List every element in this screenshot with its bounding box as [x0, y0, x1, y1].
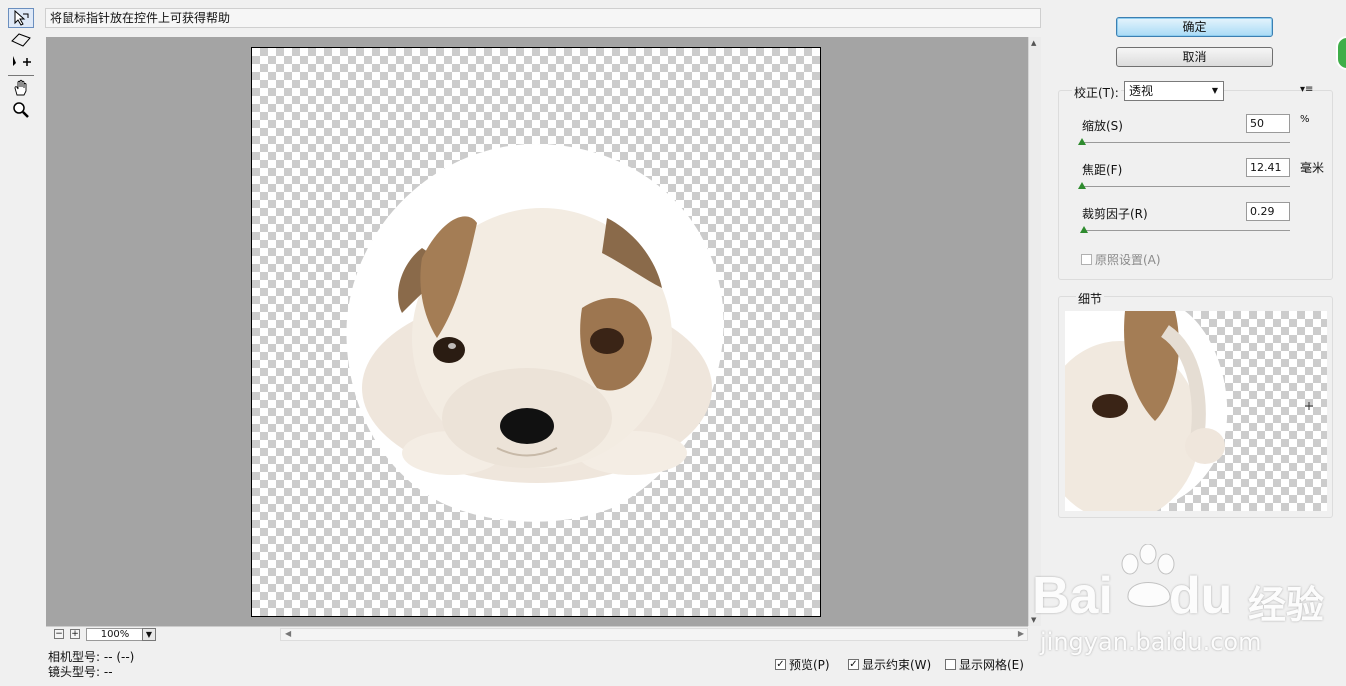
vertical-scrollbar[interactable]: ▲ ▼	[1028, 37, 1041, 626]
watermark-brand: Bai	[1032, 567, 1113, 625]
crop-factor-label: 裁剪因子(R)	[1082, 207, 1148, 221]
show-constraints-label: 显示约束(W)	[862, 658, 932, 672]
detail-dog-photo	[1065, 311, 1313, 511]
correction-select[interactable]: 透视 ▼	[1124, 81, 1224, 101]
scroll-left-icon[interactable]: ◀	[285, 629, 291, 638]
focal-length-input[interactable]: 12.41	[1246, 158, 1290, 177]
side-badge-icon[interactable]	[1336, 36, 1346, 70]
zoom-tool-icon[interactable]	[8, 100, 34, 120]
zoom-level-field[interactable]: 100%	[86, 628, 144, 641]
move-tool-icon[interactable]	[8, 52, 34, 72]
zoom-in-button[interactable]: +	[70, 629, 80, 639]
camera-model: 相机型号: -- (--)	[48, 650, 135, 664]
show-constraints-checkbox[interactable]: ✓ 显示约束(W)	[848, 656, 931, 673]
focal-length-label: 焦距(F)	[1082, 163, 1123, 177]
correction-label: 校正(T):	[1072, 84, 1121, 101]
crop-factor-slider-track[interactable]	[1082, 230, 1290, 231]
baidu-watermark: Bai du 经验 jingyan.baidu.com	[1030, 538, 1340, 658]
focal-length-slider-track[interactable]	[1082, 186, 1290, 187]
scale-slider-thumb[interactable]	[1078, 138, 1086, 145]
crosshair-icon	[1305, 402, 1313, 410]
hint-text: 将鼠标指针放在控件上可获得帮助	[50, 11, 231, 25]
show-grid-checkbox[interactable]: 显示网格(E)	[945, 656, 1024, 673]
scale-slider-track[interactable]	[1082, 142, 1290, 143]
as-shot-label: 原照设置(A)	[1095, 253, 1161, 267]
show-grid-label: 显示网格(E)	[959, 658, 1024, 672]
chevron-down-icon: ▼	[1211, 86, 1218, 95]
hint-bar: 将鼠标指针放在控件上可获得帮助	[45, 8, 1041, 28]
scroll-down-icon[interactable]: ▼	[1031, 616, 1036, 624]
constraints-check-icon[interactable]: ✓	[848, 659, 859, 670]
crop-factor-slider-thumb[interactable]	[1080, 226, 1089, 233]
focal-length-unit: 毫米	[1300, 161, 1325, 175]
scale-label: 缩放(S)	[1082, 119, 1123, 133]
image-preview[interactable]	[251, 47, 821, 617]
dog-photo	[346, 144, 724, 522]
as-shot-checkbox[interactable]: 原照设置(A)	[1081, 251, 1161, 268]
grid-check-icon[interactable]	[945, 659, 956, 670]
ok-button[interactable]: 确定	[1116, 17, 1273, 37]
detail-label: 细节	[1076, 290, 1105, 307]
horizontal-scrollbar[interactable]: ◀ ▶	[280, 628, 1028, 641]
preview-check-icon[interactable]: ✓	[775, 659, 786, 670]
watermark-cn: 经验	[1248, 583, 1325, 627]
scroll-right-icon[interactable]: ▶	[1018, 629, 1024, 638]
cancel-button[interactable]: 取消	[1116, 47, 1273, 67]
preview-checkbox[interactable]: ✓ 预览(P)	[775, 656, 830, 673]
scale-unit: %	[1300, 114, 1310, 125]
pointer-tool-icon[interactable]	[8, 8, 34, 28]
crop-factor-input[interactable]: 0.29	[1246, 202, 1290, 221]
scale-input[interactable]: 50	[1246, 114, 1290, 133]
hand-tool-icon[interactable]	[8, 78, 34, 98]
focal-length-slider-thumb[interactable]	[1078, 182, 1086, 189]
watermark-url: jingyan.baidu.com	[1040, 628, 1262, 656]
polygon-tool-icon[interactable]	[8, 30, 34, 50]
panel-menu-icon[interactable]: ▾≡	[1300, 84, 1313, 95]
as-shot-check-icon[interactable]	[1081, 254, 1092, 265]
zoom-dropdown-icon[interactable]: ▼	[142, 628, 156, 641]
tool-strip	[0, 0, 44, 686]
preview-label: 预览(P)	[789, 658, 830, 672]
watermark-brand2: du	[1168, 567, 1233, 625]
detail-preview[interactable]	[1065, 311, 1327, 511]
status-bar: − + 100% ▼ ◀ ▶	[46, 626, 1028, 642]
scroll-up-icon[interactable]: ▲	[1031, 39, 1036, 47]
correction-select-value: 透视	[1129, 84, 1154, 98]
paw-icon	[1121, 544, 1175, 607]
zoom-out-button[interactable]: −	[54, 629, 64, 639]
lens-model: 镜头型号: --	[48, 665, 113, 679]
